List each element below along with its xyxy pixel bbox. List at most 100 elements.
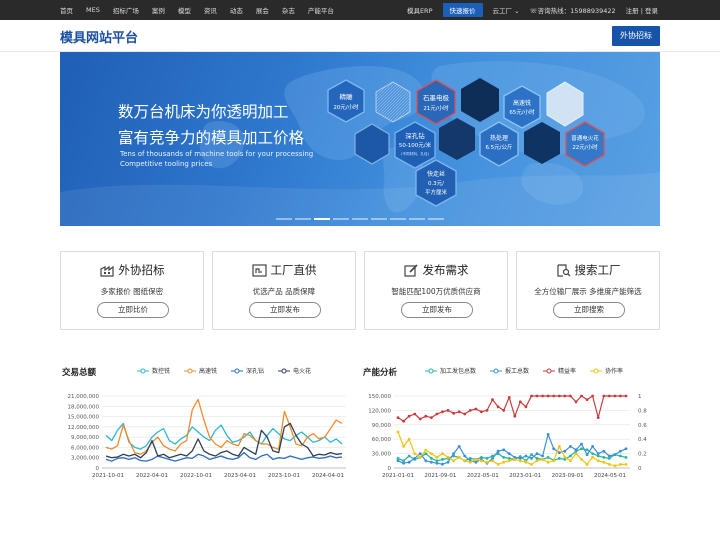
- series-point-2: [396, 416, 400, 419]
- x-tick-label: 2023-10-01: [268, 473, 300, 479]
- y-tick-label: 12,000,000: [68, 425, 100, 431]
- series-point-3: [418, 455, 422, 459]
- x-tick-label: 2024-04-01: [312, 473, 344, 479]
- hotline-text: 咨询热线：15988939422: [537, 7, 616, 15]
- series-point-3: [452, 459, 455, 463]
- series-point-3: [546, 460, 550, 464]
- series-point-2: [441, 410, 444, 414]
- carousel-dot[interactable]: [295, 218, 311, 220]
- series-point-3: [496, 463, 500, 466]
- series-point-1: [591, 445, 594, 448]
- series-point-2: [624, 394, 628, 398]
- series-point-2: [474, 407, 478, 411]
- series-point-3: [585, 463, 589, 466]
- chart-transaction-legend: 数控铣 高速铣 深孔钻 电火花: [137, 366, 325, 375]
- publish-demand-button[interactable]: 立即发布: [401, 302, 473, 318]
- carousel-dot[interactable]: [333, 218, 349, 220]
- y-tick-label-right: 0.4: [638, 437, 647, 443]
- nav-home[interactable]: 首页: [60, 5, 73, 15]
- series-point-1: [541, 454, 544, 458]
- series-point-3: [457, 455, 461, 459]
- legend-item[interactable]: 高速铣: [184, 366, 217, 375]
- series-point-1: [552, 447, 556, 451]
- carousel-dot[interactable]: [371, 218, 387, 220]
- search-now-button[interactable]: 立即搜索: [553, 302, 625, 318]
- legend-item[interactable]: 深孔钻: [231, 366, 264, 375]
- series-point-3: [563, 455, 567, 459]
- svg-text:20元/小时: 20元/小时: [333, 103, 359, 111]
- series-point-1: [463, 454, 467, 458]
- legend-item[interactable]: 数控铣: [137, 366, 170, 375]
- legend-item[interactable]: 精益率: [543, 366, 576, 375]
- y-tick-label-left: 120,000: [368, 408, 391, 414]
- nav-models[interactable]: 模型: [178, 5, 191, 15]
- card-subtitle: 优选产品 品质保障: [252, 287, 316, 296]
- series-point-0: [580, 447, 583, 451]
- nav-updates[interactable]: 动态: [230, 5, 243, 15]
- carousel-dot[interactable]: [352, 218, 368, 220]
- hex-deco-1: [375, 81, 411, 123]
- register-login-link[interactable]: 注册 | 登录: [626, 5, 658, 15]
- series-line-3: [105, 422, 343, 459]
- series-point-3: [468, 460, 472, 464]
- series-point-1: [402, 461, 405, 465]
- series-point-2: [430, 416, 433, 419]
- top-nav-bar: 首页 MES 招标广场 案例 模型 资讯 动态 展会 杂志 产能平台 模具ERP…: [0, 0, 720, 20]
- series-point-0: [557, 457, 561, 460]
- nav-exhibitions[interactable]: 展会: [256, 5, 269, 15]
- cloud-factory-menu[interactable]: 云工厂 ⌄: [493, 5, 520, 15]
- quick-quote-button[interactable]: 快速报价: [442, 3, 483, 17]
- series-point-1: [502, 448, 506, 452]
- y-tick-label-left: 150,000: [368, 394, 391, 400]
- phone-icon: ☏: [529, 7, 538, 15]
- series-point-2: [485, 409, 489, 412]
- legend-label: 精益率: [558, 368, 577, 375]
- series-point-3: [530, 463, 533, 466]
- legend-item[interactable]: 协作率: [590, 366, 623, 375]
- erp-link[interactable]: 模具ERP: [407, 5, 433, 15]
- legend-item[interactable]: 报工总数: [490, 366, 529, 375]
- y-tick-label: 0: [96, 466, 100, 472]
- series-point-1: [418, 452, 422, 455]
- hex-deco-5: [439, 118, 475, 160]
- series-point-1: [496, 449, 500, 453]
- series-point-2: [580, 394, 583, 398]
- svg-text:高速铣: 高速铣: [513, 99, 531, 107]
- hotline: ☏咨询热线：15988939422: [530, 5, 616, 15]
- nav-cases[interactable]: 案例: [152, 5, 165, 15]
- carousel-dot[interactable]: [409, 218, 425, 220]
- card-subtitle: 智能匹配100万优质供应商: [391, 287, 481, 296]
- carousel-dot[interactable]: [276, 218, 292, 220]
- site-logo[interactable]: 模具网站平台: [60, 27, 138, 46]
- outsource-tender-button[interactable]: 外协招标: [612, 26, 660, 46]
- series-point-2: [452, 411, 455, 415]
- y-tick-label: 6,000,000: [71, 445, 99, 451]
- nav-news[interactable]: 资讯: [204, 5, 217, 15]
- series-point-2: [507, 396, 511, 399]
- publish-button[interactable]: 立即发布: [249, 302, 321, 318]
- card-subtitle: 全方位输厂展示 多维度产能筛选: [534, 287, 642, 296]
- svg-text:65元/小时: 65元/小时: [509, 108, 535, 116]
- carousel-dot-active[interactable]: [314, 218, 330, 220]
- series-point-3: [574, 452, 578, 455]
- series-point-1: [441, 462, 444, 466]
- nav-tender-square[interactable]: 招标广场: [113, 5, 139, 15]
- legend-item[interactable]: 电火花: [278, 366, 311, 375]
- svg-text:快走丝: 快走丝: [427, 170, 445, 178]
- series-point-1: [524, 454, 528, 458]
- series-point-2: [563, 394, 567, 398]
- series-point-2: [546, 394, 550, 398]
- nav-magazine[interactable]: 杂志: [282, 5, 295, 15]
- chart-transaction-title: 交易总额: [62, 368, 97, 378]
- nav-mes[interactable]: MES: [86, 6, 100, 14]
- series-point-3: [607, 463, 611, 466]
- compare-price-button[interactable]: 立即比价: [97, 302, 169, 318]
- series-point-1: [574, 448, 578, 452]
- hero-banner[interactable]: 数万台机床为你透明加工 富有竞争力的模具加工价格 Tens of thousan…: [60, 52, 660, 226]
- carousel-dot[interactable]: [428, 218, 444, 220]
- nav-capacity-platform[interactable]: 产能平台: [308, 5, 334, 15]
- legend-item[interactable]: 加工发包总数: [425, 366, 476, 375]
- carousel-dot[interactable]: [390, 218, 406, 220]
- series-point-2: [552, 394, 556, 398]
- series-point-1: [613, 453, 617, 456]
